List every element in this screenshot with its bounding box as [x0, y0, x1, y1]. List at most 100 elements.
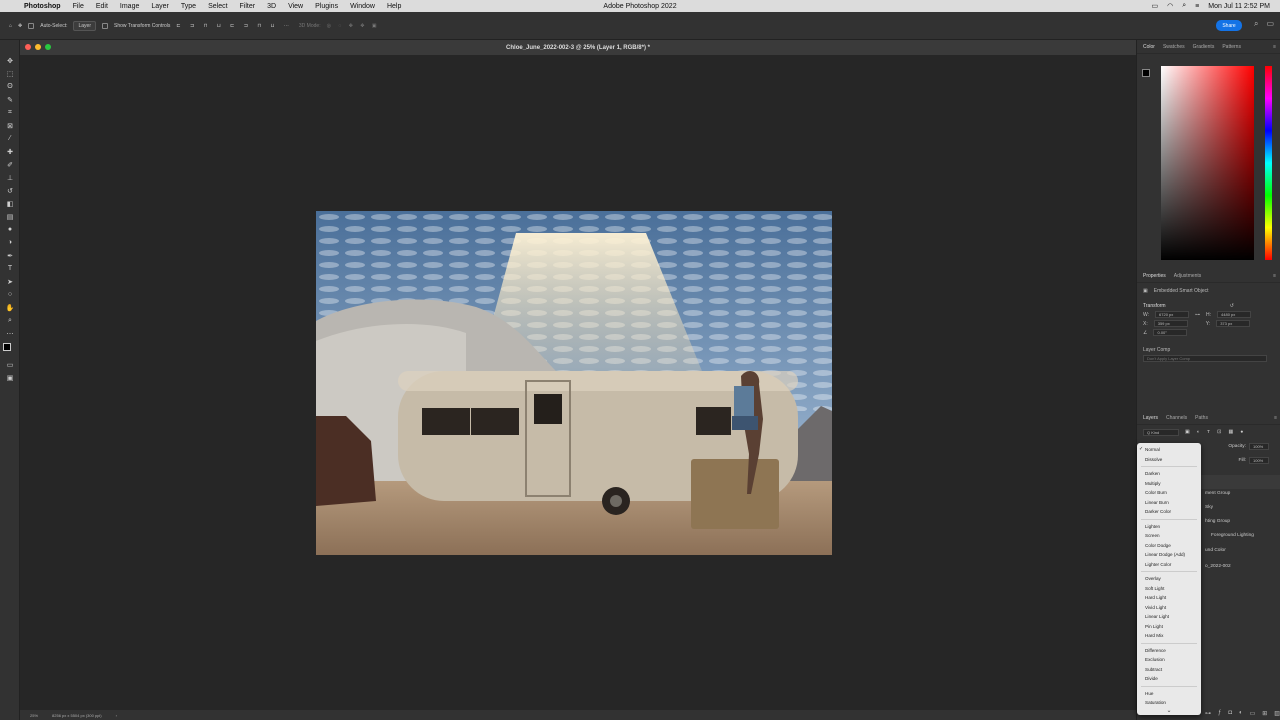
history-brush-icon[interactable]: ↺: [0, 184, 20, 197]
blend-normal[interactable]: Normal: [1137, 445, 1201, 455]
eraser-icon[interactable]: ◧: [0, 197, 20, 210]
link-icon[interactable]: ⊶: [1195, 312, 1200, 318]
layer-row[interactable]: Foreground Lighting: [1201, 528, 1280, 542]
path-select-icon[interactable]: ➤: [0, 275, 20, 288]
layer-row[interactable]: und Color: [1201, 543, 1280, 557]
tab-paths[interactable]: Paths: [1195, 415, 1208, 421]
status-arrow-icon[interactable]: ›: [116, 713, 117, 718]
zoom-window-button[interactable]: [45, 44, 51, 50]
control-center-icon[interactable]: ≡: [1195, 3, 1199, 10]
hand-icon[interactable]: ✋: [0, 301, 20, 314]
blend-multiply[interactable]: Multiply: [1137, 479, 1201, 489]
type-icon[interactable]: T: [0, 262, 20, 275]
blend-lighter-color[interactable]: Lighter Color: [1137, 560, 1201, 570]
zoom-icon[interactable]: ⌕: [0, 314, 20, 327]
angle-field[interactable]: 0.00°: [1153, 329, 1188, 336]
crop-icon[interactable]: ⌗: [0, 106, 20, 119]
auto-select-dropdown[interactable]: Layer: [73, 20, 96, 31]
height-field[interactable]: 4480 px: [1217, 311, 1252, 318]
opacity-field[interactable]: 100%: [1249, 442, 1269, 450]
color-swatches[interactable]: [0, 340, 19, 358]
layer-row[interactable]: hting Group: [1201, 514, 1280, 528]
layer-row[interactable]: o_2022-002: [1201, 559, 1280, 573]
menu-window[interactable]: Window: [350, 3, 375, 10]
add-mask-icon[interactable]: ◘: [1228, 710, 1232, 717]
blend-difference[interactable]: Difference: [1137, 646, 1201, 656]
workspace-icon[interactable]: ▭: [1266, 19, 1274, 29]
blend-exclusion[interactable]: Exclusion: [1137, 655, 1201, 665]
share-button[interactable]: Share: [1216, 20, 1242, 31]
y-field[interactable]: 373 px: [1216, 320, 1251, 327]
hue-slider[interactable]: [1265, 66, 1272, 260]
menu-app[interactable]: Photoshop: [24, 3, 61, 10]
show-transform-checkbox[interactable]: [102, 22, 108, 29]
screen-mode-icon[interactable]: ▣: [0, 371, 20, 384]
menu-view[interactable]: View: [288, 3, 303, 10]
panel-menu-icon[interactable]: ≡: [1273, 44, 1276, 50]
align-icons[interactable]: ⊏ ⊐ ⊓ ⊔ ⊏ ⊐ ⊓ ⊔ ⋯: [176, 23, 292, 29]
scroll-down-icon[interactable]: ⌄: [1137, 707, 1201, 714]
brush-icon[interactable]: ✐: [0, 158, 20, 171]
blend-screen[interactable]: Screen: [1137, 531, 1201, 541]
new-layer-icon[interactable]: ⊞: [1262, 710, 1267, 717]
new-group-icon[interactable]: ▭: [1250, 710, 1256, 717]
tab-adjustments[interactable]: Adjustments: [1174, 273, 1202, 279]
menu-help[interactable]: Help: [387, 3, 401, 10]
menu-type[interactable]: Type: [181, 3, 196, 10]
tab-patterns[interactable]: Patterns: [1222, 44, 1241, 50]
panel-menu-icon[interactable]: ≡: [1273, 273, 1276, 279]
add-style-icon[interactable]: ƒ: [1218, 710, 1221, 717]
frame-icon[interactable]: ⊠: [0, 119, 20, 132]
color-picker-field[interactable]: [1161, 66, 1254, 260]
dodge-icon[interactable]: ◑: [0, 236, 20, 249]
tab-color[interactable]: Color: [1143, 44, 1155, 50]
search-icon[interactable]: ⌕: [1254, 19, 1258, 29]
kind-filter-dropdown[interactable]: Q Kind: [1143, 428, 1179, 436]
layer-row[interactable]: ment Group: [1201, 486, 1280, 500]
layer-comp-dropdown[interactable]: Don't Apply Layer Comp: [1143, 355, 1267, 362]
blend-subtract[interactable]: Subtract: [1137, 665, 1201, 675]
link-layers-icon[interactable]: ⊶: [1205, 710, 1211, 717]
reset-transform-icon[interactable]: ↺: [1230, 303, 1234, 309]
adjustment-layer-icon[interactable]: ◐: [1239, 710, 1243, 717]
healing-icon[interactable]: ✚: [0, 145, 20, 158]
blend-mode-dropdown[interactable]: Normal Dissolve Darken Multiply Color Bu…: [1137, 443, 1201, 715]
panel-foreground-swatch[interactable]: [1142, 69, 1150, 77]
blend-divide[interactable]: Divide: [1137, 674, 1201, 684]
lasso-icon[interactable]: ʘ: [0, 80, 20, 93]
blend-darken[interactable]: Darken: [1137, 469, 1201, 479]
blend-color-dodge[interactable]: Color Dodge: [1137, 541, 1201, 551]
panel-menu-icon[interactable]: ≡: [1274, 415, 1277, 421]
blend-vivid-light[interactable]: Vivid Light: [1137, 603, 1201, 613]
shape-icon[interactable]: ○: [0, 288, 20, 301]
search-icon[interactable]: ⌕: [1182, 2, 1186, 10]
blend-linear-light[interactable]: Linear Light: [1137, 612, 1201, 622]
blend-darker-color[interactable]: Darker Color: [1137, 507, 1201, 517]
stamp-icon[interactable]: ⊥: [0, 171, 20, 184]
3d-mode-icons[interactable]: ◎ ◌ ✥ ✥ ▣: [327, 23, 380, 29]
quick-mask-icon[interactable]: ▭: [0, 358, 20, 371]
tab-layers[interactable]: Layers: [1143, 415, 1158, 421]
menu-3d[interactable]: 3D: [267, 3, 276, 10]
fill-field[interactable]: 100%: [1249, 456, 1269, 464]
blend-lighten[interactable]: Lighten: [1137, 522, 1201, 532]
clock[interactable]: Mon Jul 11 2:52 PM: [1208, 3, 1270, 10]
tab-gradients[interactable]: Gradients: [1193, 44, 1215, 50]
blend-hue[interactable]: Hue: [1137, 689, 1201, 699]
trash-icon[interactable]: ▥: [1274, 710, 1280, 717]
eyedropper-icon[interactable]: ⁄: [0, 132, 20, 145]
foreground-color-swatch[interactable]: [3, 343, 11, 351]
blend-soft-light[interactable]: Soft Light: [1137, 584, 1201, 594]
marquee-icon[interactable]: ⬚: [0, 67, 20, 80]
home-icon[interactable]: ⌂: [9, 23, 12, 29]
filter-icons[interactable]: ▣ ◐ T ⊡ ▦ ●: [1185, 430, 1246, 435]
quick-select-icon[interactable]: ✎: [0, 93, 20, 106]
menu-layer[interactable]: Layer: [151, 3, 169, 10]
blend-overlay[interactable]: Overlay: [1137, 574, 1201, 584]
tab-properties[interactable]: Properties: [1143, 273, 1166, 279]
blend-linear-dodge[interactable]: Linear Dodge (Add): [1137, 550, 1201, 560]
menu-file[interactable]: File: [73, 3, 84, 10]
menu-select[interactable]: Select: [208, 3, 227, 10]
pen-icon[interactable]: ✒: [0, 249, 20, 262]
tab-channels[interactable]: Channels: [1166, 415, 1187, 421]
